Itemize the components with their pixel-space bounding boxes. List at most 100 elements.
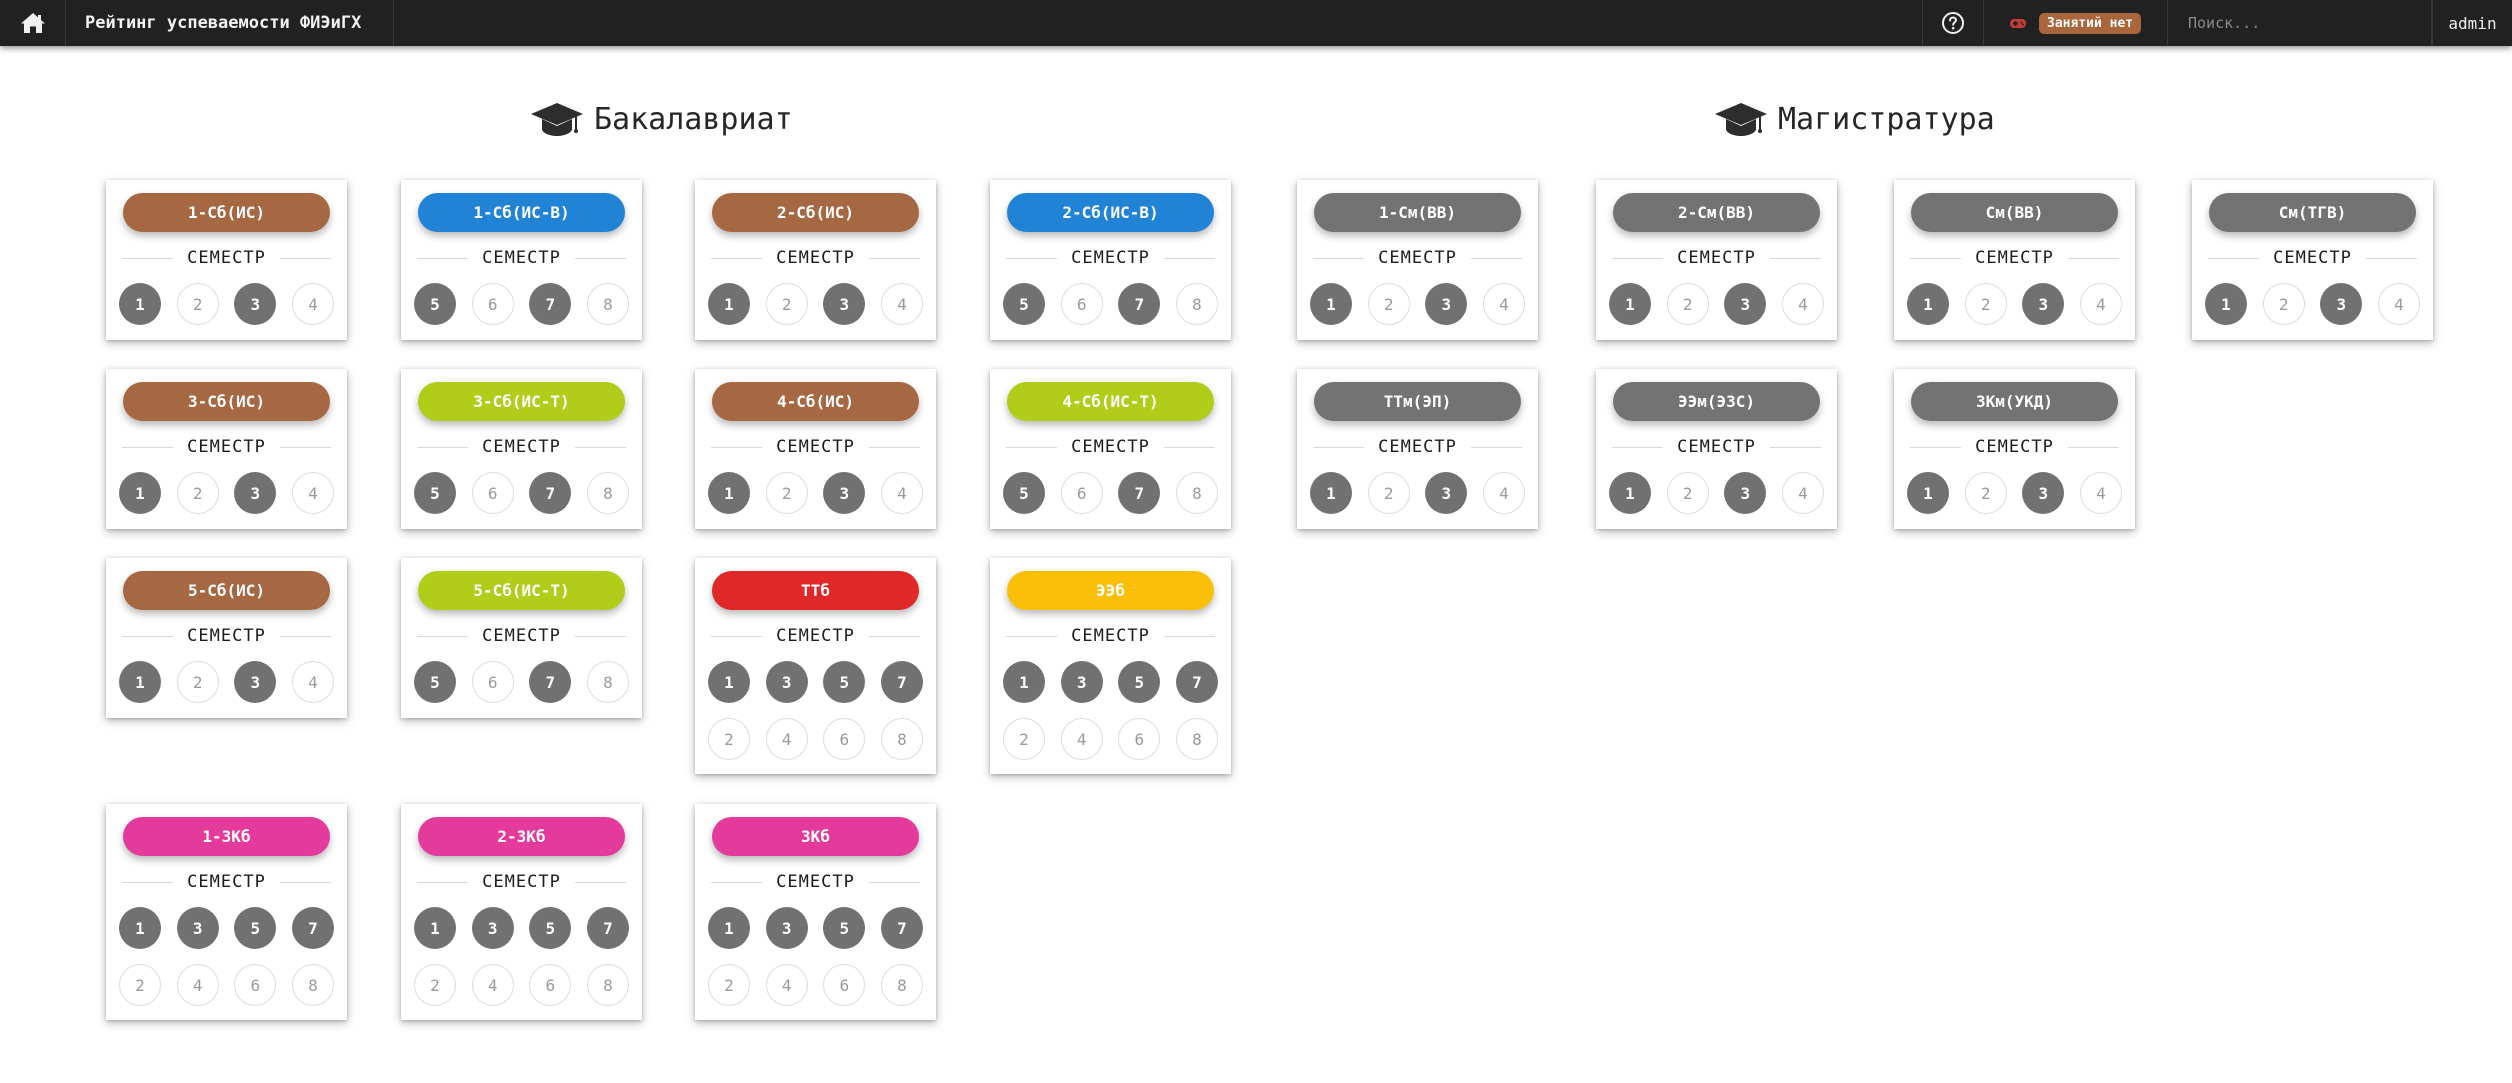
semester-8-button[interactable]: 8 (880, 964, 923, 1006)
semester-6-button[interactable]: 6 (823, 964, 866, 1006)
semester-3-button[interactable]: 3 (823, 472, 866, 514)
semester-8-button[interactable]: 8 (291, 964, 334, 1006)
semester-4-button[interactable]: 4 (471, 964, 514, 1006)
semester-4-button[interactable]: 4 (765, 718, 808, 760)
semester-2-button[interactable]: 2 (119, 964, 161, 1006)
semester-6-button[interactable]: 6 (1060, 283, 1103, 325)
group-name-button[interactable]: ТТм(ЭП) (1314, 382, 1521, 421)
semester-2-button[interactable]: 2 (1367, 283, 1410, 325)
group-name-button[interactable]: ЭЭм(ЭЗС) (1613, 382, 1820, 421)
semester-4-button[interactable]: 4 (291, 472, 334, 514)
semester-4-button[interactable]: 4 (291, 661, 334, 703)
semester-2-button[interactable]: 2 (176, 472, 219, 514)
semester-7-button[interactable]: 7 (529, 661, 572, 703)
semester-7-button[interactable]: 7 (529, 283, 572, 325)
group-name-button[interactable]: 2-ЗКб (418, 817, 625, 856)
semester-7-button[interactable]: 7 (880, 907, 923, 949)
semester-2-button[interactable]: 2 (1666, 472, 1709, 514)
semester-5-button[interactable]: 5 (529, 907, 572, 949)
semester-7-button[interactable]: 7 (291, 907, 334, 949)
semester-3-button[interactable]: 3 (823, 283, 866, 325)
semester-5-button[interactable]: 5 (823, 661, 866, 703)
semester-2-button[interactable]: 2 (1003, 718, 1045, 760)
semester-3-button[interactable]: 3 (471, 907, 514, 949)
semester-6-button[interactable]: 6 (823, 718, 866, 760)
semester-4-button[interactable]: 4 (1781, 472, 1824, 514)
semester-1-button[interactable]: 1 (1003, 661, 1045, 703)
semester-6-button[interactable]: 6 (1060, 472, 1103, 514)
semester-1-button[interactable]: 1 (1310, 283, 1352, 325)
semester-1-button[interactable]: 1 (708, 661, 750, 703)
semester-1-button[interactable]: 1 (2205, 283, 2247, 325)
semester-3-button[interactable]: 3 (1425, 283, 1468, 325)
group-name-button[interactable]: 4-Сб(ИС-Т) (1007, 382, 1214, 421)
group-name-button[interactable]: 5-Сб(ИС-Т) (418, 571, 625, 610)
semester-2-button[interactable]: 2 (176, 283, 219, 325)
semester-3-button[interactable]: 3 (234, 472, 277, 514)
semester-1-button[interactable]: 1 (119, 283, 161, 325)
group-name-button[interactable]: 2-См(ВВ) (1613, 193, 1820, 232)
semester-6-button[interactable]: 6 (1118, 718, 1161, 760)
semester-3-button[interactable]: 3 (234, 661, 277, 703)
semester-3-button[interactable]: 3 (1724, 283, 1767, 325)
search-input[interactable] (2188, 14, 2418, 32)
semester-2-button[interactable]: 2 (1666, 283, 1709, 325)
semester-4-button[interactable]: 4 (176, 964, 219, 1006)
semester-7-button[interactable]: 7 (586, 907, 629, 949)
group-name-button[interactable]: 4-Сб(ИС) (712, 382, 919, 421)
semester-2-button[interactable]: 2 (765, 472, 808, 514)
semester-6-button[interactable]: 6 (471, 661, 514, 703)
semester-8-button[interactable]: 8 (880, 718, 923, 760)
semester-4-button[interactable]: 4 (880, 283, 923, 325)
semester-8-button[interactable]: 8 (1175, 283, 1218, 325)
semester-8-button[interactable]: 8 (586, 661, 629, 703)
group-name-button[interactable]: См(ВВ) (1911, 193, 2118, 232)
semester-4-button[interactable]: 4 (291, 283, 334, 325)
semester-2-button[interactable]: 2 (176, 661, 219, 703)
semester-2-button[interactable]: 2 (708, 718, 750, 760)
semester-8-button[interactable]: 8 (1175, 472, 1218, 514)
semester-5-button[interactable]: 5 (414, 283, 456, 325)
semester-4-button[interactable]: 4 (765, 964, 808, 1006)
semester-4-button[interactable]: 4 (1781, 283, 1824, 325)
group-name-button[interactable]: 5-Сб(ИС) (123, 571, 330, 610)
semester-8-button[interactable]: 8 (586, 964, 629, 1006)
semester-7-button[interactable]: 7 (1118, 283, 1161, 325)
semester-1-button[interactable]: 1 (1609, 283, 1651, 325)
semester-8-button[interactable]: 8 (1175, 718, 1218, 760)
semester-5-button[interactable]: 5 (414, 472, 456, 514)
user-menu[interactable]: admin (2432, 0, 2512, 46)
semester-4-button[interactable]: 4 (2079, 472, 2122, 514)
semester-2-button[interactable]: 2 (708, 964, 750, 1006)
group-name-button[interactable]: См(ТГВ) (2209, 193, 2416, 232)
group-name-button[interactable]: 2-Сб(ИС) (712, 193, 919, 232)
semester-5-button[interactable]: 5 (414, 661, 456, 703)
semester-3-button[interactable]: 3 (765, 661, 808, 703)
semester-7-button[interactable]: 7 (880, 661, 923, 703)
semester-3-button[interactable]: 3 (1724, 472, 1767, 514)
semester-4-button[interactable]: 4 (1060, 718, 1103, 760)
semester-1-button[interactable]: 1 (119, 472, 161, 514)
semester-2-button[interactable]: 2 (2262, 283, 2305, 325)
semester-3-button[interactable]: 3 (2022, 472, 2065, 514)
semester-5-button[interactable]: 5 (1118, 661, 1161, 703)
semester-4-button[interactable]: 4 (1482, 283, 1525, 325)
group-name-button[interactable]: ТТб (712, 571, 919, 610)
semester-5-button[interactable]: 5 (1003, 472, 1045, 514)
group-name-button[interactable]: ЭЭб (1007, 571, 1214, 610)
semester-2-button[interactable]: 2 (1964, 283, 2007, 325)
group-name-button[interactable]: 1-Сб(ИС-В) (418, 193, 625, 232)
group-name-button[interactable]: 1-Сб(ИС) (123, 193, 330, 232)
semester-3-button[interactable]: 3 (234, 283, 277, 325)
semester-4-button[interactable]: 4 (2079, 283, 2122, 325)
semester-7-button[interactable]: 7 (529, 472, 572, 514)
semester-5-button[interactable]: 5 (1003, 283, 1045, 325)
group-name-button[interactable]: 1-ЗКб (123, 817, 330, 856)
semester-3-button[interactable]: 3 (176, 907, 219, 949)
brand-title[interactable]: Рейтинг успеваемости ФИЭиГХ (66, 0, 394, 46)
semester-2-button[interactable]: 2 (765, 283, 808, 325)
semester-1-button[interactable]: 1 (1907, 472, 1949, 514)
semester-2-button[interactable]: 2 (414, 964, 456, 1006)
semester-7-button[interactable]: 7 (1175, 661, 1218, 703)
semester-5-button[interactable]: 5 (823, 907, 866, 949)
